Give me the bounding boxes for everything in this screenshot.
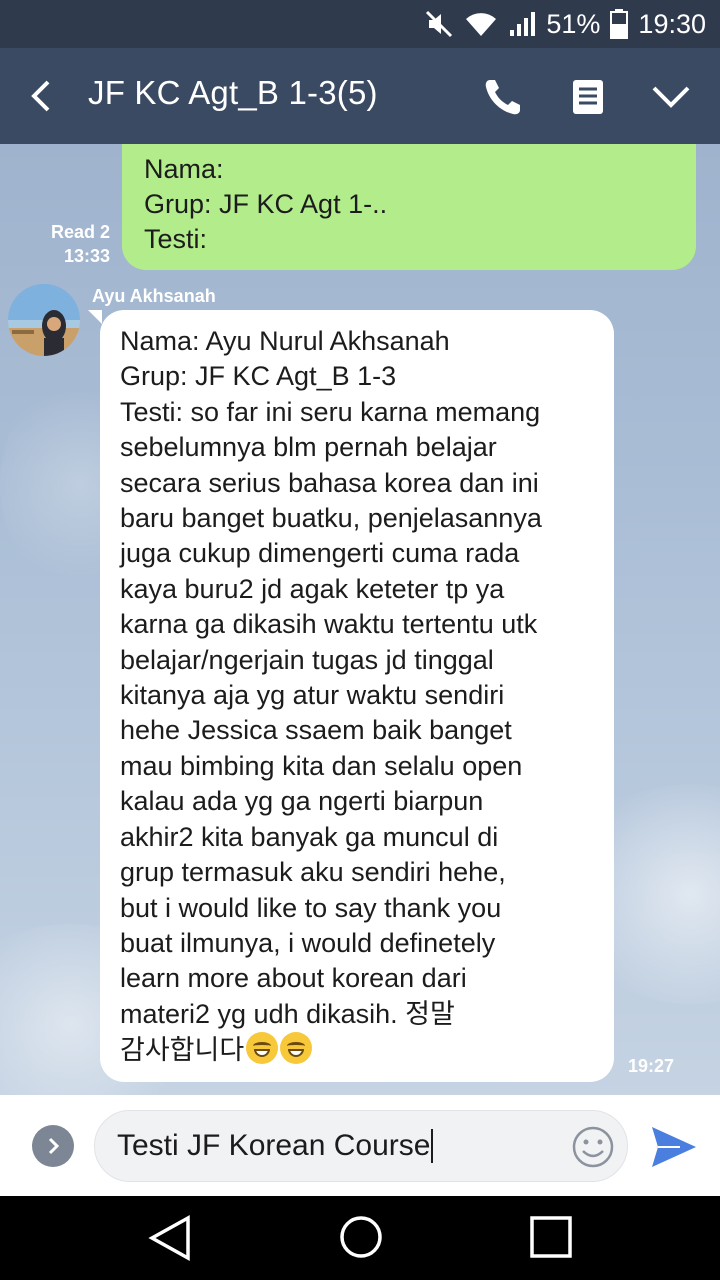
- battery-percent: 51%: [546, 8, 601, 39]
- message-line: belajar/ngerjain tugas jd tinggal: [120, 644, 494, 675]
- grinning-emoji-icon: [246, 1032, 279, 1065]
- message-time: 13:33: [63, 246, 110, 266]
- message-line: Testi: so far ini seru karna memang: [120, 396, 541, 427]
- message-line: kaya buru2 jd agak keteter tp ya: [120, 573, 505, 604]
- message-input-bar: Testi JF Korean Course: [0, 1095, 720, 1196]
- message-line: but i would like to say thank you: [120, 892, 502, 923]
- grinning-emoji-icon: [280, 1032, 313, 1065]
- expand-menu-button[interactable]: [32, 1125, 74, 1167]
- chevron-right-icon: [48, 1137, 60, 1155]
- chat-area[interactable]: Nama: Grup: JF KC Agt 1-.. Testi: Read 2…: [0, 144, 720, 1095]
- chevron-down-icon[interactable]: [650, 82, 692, 117]
- message-line: sebelumnya blm pernah belajar: [120, 432, 497, 463]
- message-line: baru banget buatku, penjelasannya: [120, 503, 542, 534]
- outgoing-message-bubble[interactable]: Nama: Grup: JF KC Agt 1-.. Testi:: [122, 144, 696, 270]
- mute-icon: [424, 9, 454, 39]
- wifi-icon: [464, 10, 498, 38]
- message-line: Grup: JF KC Agt 1-..: [144, 189, 388, 219]
- text-cursor: [431, 1129, 434, 1163]
- message-line-last: 감사합니다: [120, 1032, 614, 1068]
- message-line: kalau ada yg ga ngerti biarpun: [120, 786, 484, 817]
- system-nav-bar: [0, 1196, 720, 1280]
- sender-name: Ayu Akhsanah: [92, 286, 216, 306]
- message-line: hehe Jessica ssaem baik banget: [120, 715, 512, 746]
- message-line: Testi:: [144, 224, 208, 254]
- read-receipt: Read 2: [50, 222, 110, 242]
- nav-home-icon[interactable]: [338, 1214, 384, 1265]
- message-line: Grup: JF KC Agt_B 1-3: [120, 361, 397, 392]
- message-line: grup termasuk aku sendiri hehe,: [120, 857, 506, 888]
- message-input-text: Testi JF Korean Course: [117, 1129, 431, 1162]
- nav-recent-apps-icon[interactable]: [528, 1214, 574, 1265]
- message-line: akhir2 kita banyak ga muncul di: [120, 821, 499, 852]
- emoji-icon[interactable]: [571, 1125, 615, 1177]
- message-meta: Read 2 13:33: [30, 220, 110, 268]
- message-time: 19:27: [628, 1056, 675, 1076]
- message-line: karna ga dikasih waktu tertentu utk: [120, 609, 538, 640]
- nav-back-icon[interactable]: [148, 1214, 192, 1267]
- message-line: learn more about korean dari: [120, 963, 467, 994]
- clock: 19:30: [638, 8, 706, 39]
- notes-icon[interactable]: [570, 78, 606, 121]
- message-line: materi2 yg udh dikasih. 정말: [120, 998, 455, 1029]
- message-line: juga cukup dimengerti cuma rada: [120, 538, 520, 569]
- signal-icon: [508, 10, 536, 38]
- message-line: buat ilmunya, i would definetely: [120, 927, 496, 958]
- chat-header: JF KC Agt_B 1-3(5): [0, 48, 720, 144]
- message-line: Nama:: [144, 154, 224, 184]
- message-line: kitanya aja yg atur waktu sendiri: [120, 680, 505, 711]
- back-arrow-icon[interactable]: [22, 76, 62, 116]
- phone-icon[interactable]: [482, 76, 524, 123]
- bubble-tail: [88, 310, 102, 324]
- incoming-message-bubble[interactable]: Nama: Ayu Nurul Akhsanah Grup: JF KC Agt…: [100, 310, 614, 1082]
- status-bar: 51% 19:30: [0, 0, 720, 48]
- message-line: secara serius bahasa korea dan ini: [120, 467, 539, 498]
- message-line: Nama: Ayu Nurul Akhsanah: [120, 326, 450, 356]
- message-line: mau bimbing kita dan selalu open: [120, 750, 523, 781]
- message-input[interactable]: Testi JF Korean Course: [94, 1110, 628, 1182]
- message-line-text: 감사합니다: [120, 1035, 245, 1066]
- avatar[interactable]: [8, 284, 80, 356]
- send-icon[interactable]: [650, 1125, 698, 1174]
- battery-icon: [610, 9, 629, 39]
- chat-title: JF KC Agt_B 1-3(5): [88, 74, 378, 111]
